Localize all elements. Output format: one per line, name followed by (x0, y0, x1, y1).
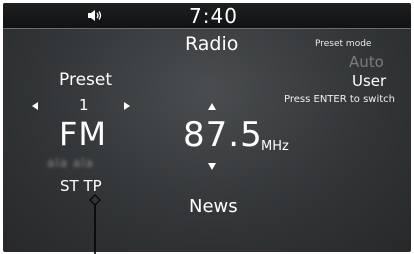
callout-pointer (89, 194, 101, 254)
